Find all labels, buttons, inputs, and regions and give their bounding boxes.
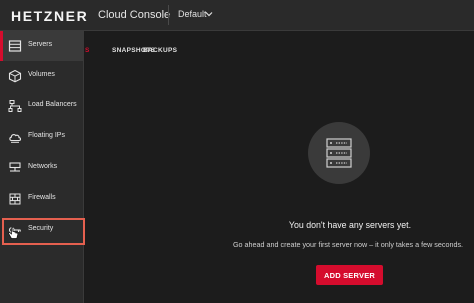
sidebar-item-firewalls[interactable]: Firewalls bbox=[0, 184, 84, 214]
sidebar-item-label: Networks bbox=[28, 163, 58, 170]
hand-cursor-icon bbox=[8, 227, 19, 239]
top-bar: HETZNER Cloud Console Default bbox=[0, 0, 474, 31]
firewall-icon bbox=[9, 193, 21, 205]
tab-backups[interactable]: BACKUPS bbox=[143, 47, 177, 54]
empty-state-subtitle: Go ahead and create your first server no… bbox=[232, 240, 464, 249]
cloud-icon bbox=[9, 133, 22, 143]
empty-state-illustration bbox=[308, 122, 370, 184]
server-stack-icon bbox=[326, 138, 352, 168]
main-content: S SNAPSHOTS BACKUPS bbox=[85, 31, 474, 303]
hetzner-logo[interactable]: HETZNER bbox=[11, 8, 88, 24]
sidebar-item-label: Firewalls bbox=[28, 194, 56, 201]
server-icon bbox=[8, 40, 22, 52]
sidebar-item-servers[interactable]: Servers bbox=[0, 31, 84, 61]
header-divider bbox=[168, 5, 169, 25]
load-balancer-icon bbox=[8, 100, 22, 112]
cube-icon bbox=[8, 69, 22, 83]
empty-state-title: You don't have any servers yet. bbox=[288, 220, 412, 230]
product-name: Cloud Console bbox=[98, 9, 171, 21]
sidebar-item-load-balancers[interactable]: Load Balancers bbox=[0, 91, 84, 121]
add-server-button[interactable]: ADD SERVER bbox=[316, 265, 383, 285]
sidebar-item-label: Volumes bbox=[28, 71, 55, 78]
sidebar-item-label: Load Balancers bbox=[28, 101, 77, 108]
project-selector[interactable]: Default bbox=[178, 9, 207, 19]
chevron-down-icon[interactable] bbox=[205, 10, 213, 18]
tab-servers[interactable]: S bbox=[85, 47, 90, 54]
sidebar-item-floating-ips[interactable]: Floating IPs bbox=[0, 122, 84, 152]
sidebar: Servers Volumes Load Balancers Floating … bbox=[0, 31, 85, 303]
sidebar-item-networks[interactable]: Networks bbox=[0, 153, 84, 183]
sidebar-item-volumes[interactable]: Volumes bbox=[0, 61, 84, 91]
sidebar-item-label: Servers bbox=[28, 41, 53, 48]
sidebar-item-label: Floating IPs bbox=[28, 132, 65, 139]
network-icon bbox=[9, 162, 21, 172]
